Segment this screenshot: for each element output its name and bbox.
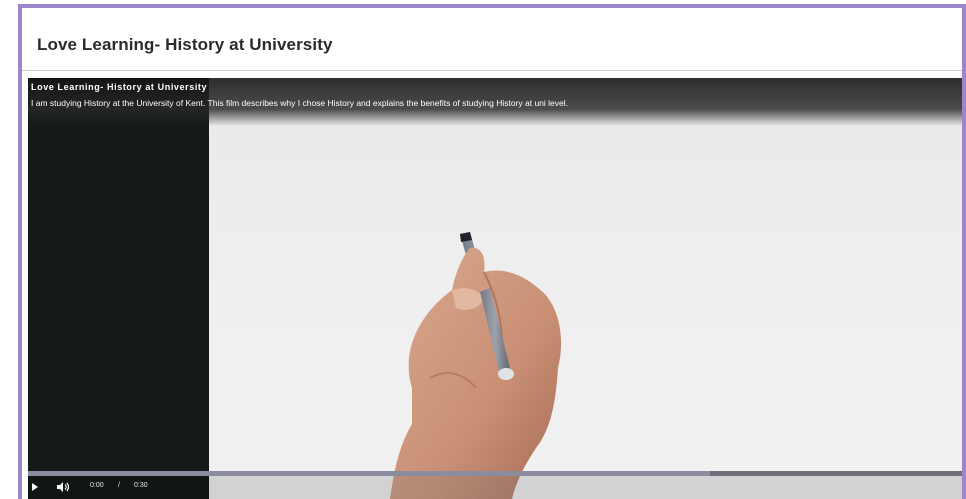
controls-bar-right	[209, 476, 962, 499]
video-description: I am studying History at the University …	[31, 98, 568, 108]
volume-icon[interactable]	[56, 481, 70, 493]
video-left-pane	[28, 78, 209, 478]
video-frame-paper	[209, 78, 962, 499]
hand-with-marker-image	[390, 232, 562, 499]
video-player[interactable]: Love Learning- History at University I a…	[28, 78, 962, 499]
page-frame: Love Learning- History at University Lov…	[0, 0, 966, 499]
duration: 0:30	[134, 482, 148, 489]
frame-border-left	[18, 4, 22, 499]
play-icon[interactable]	[32, 483, 38, 491]
time-separator: /	[118, 482, 120, 489]
controls-bar: 0:00 / 0:30	[28, 476, 209, 499]
frame-border-right	[962, 4, 966, 499]
current-time: 0:00	[90, 482, 104, 489]
video-title: Love Learning- History at University	[31, 82, 208, 92]
video-info-overlay: Love Learning- History at University I a…	[28, 78, 962, 126]
page-header: Love Learning- History at University	[22, 8, 962, 71]
page-title: Love Learning- History at University	[37, 35, 333, 54]
